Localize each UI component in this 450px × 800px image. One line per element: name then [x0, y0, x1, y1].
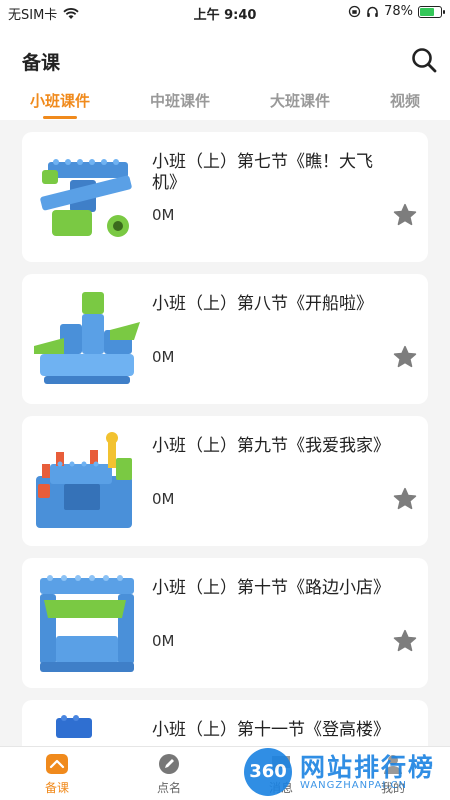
file-size: 0M	[152, 348, 175, 366]
tab-middle-class[interactable]: 中班课件	[150, 90, 210, 111]
site-watermark: 360 网站排行榜 WANGZHANPAI.CN	[240, 744, 450, 800]
tab-big-class[interactable]: 大班课件	[270, 90, 330, 111]
lesson-title: 小班（上）第十节《路边小店》	[152, 578, 390, 598]
search-icon[interactable]	[410, 46, 438, 74]
battery-icon	[418, 5, 445, 18]
pencil-icon	[159, 754, 179, 774]
orientation-lock-icon	[348, 5, 361, 18]
nav-lesson[interactable]: 备课	[27, 753, 87, 796]
app-header: 备课	[0, 24, 450, 90]
file-size: 0M	[152, 490, 175, 508]
tab-video[interactable]: 视频	[390, 90, 420, 111]
page-title: 备课	[22, 52, 61, 74]
lesson-title: 小班（上）第十一节《登高楼》	[152, 720, 390, 740]
tab-label: 大班课件	[270, 92, 331, 110]
headphones-icon	[367, 6, 378, 17]
favorite-star-icon[interactable]	[392, 628, 418, 654]
lesson-card[interactable]: 小班（上）第九节《我爱我家》 0M	[22, 416, 428, 546]
airplane-model-thumbnail	[40, 159, 132, 237]
category-tabs: 小班课件 中班课件 大班课件 视频	[0, 90, 450, 120]
shop-model-thumbnail	[40, 575, 134, 672]
lesson-title: 小班（上）第九节《我爱我家》	[152, 436, 390, 456]
status-right: 78%	[348, 4, 445, 19]
tab-label: 中班课件	[150, 92, 211, 110]
tab-label: 视频	[390, 92, 421, 110]
lesson-card[interactable]: 小班（上）第七节《瞧！大飞机》 0M	[22, 132, 428, 262]
lesson-card[interactable]: 小班（上）第八节《开船啦》 0M	[22, 274, 428, 404]
lesson-icon	[46, 754, 68, 774]
lesson-title: 小班（上）第七节《瞧！大飞机》	[152, 152, 373, 193]
favorite-star-icon[interactable]	[392, 344, 418, 370]
favorite-star-icon[interactable]	[392, 202, 418, 228]
active-tab-indicator	[43, 116, 77, 119]
file-size: 0M	[152, 206, 175, 224]
boat-model-thumbnail	[34, 292, 140, 384]
file-size: 0M	[152, 632, 175, 650]
watermark-subtext: WANGZHANPAI.CN	[300, 780, 407, 791]
nav-label: 点名	[156, 781, 181, 795]
lesson-title: 小班（上）第八节《开船啦》	[152, 294, 373, 314]
nav-rollcall[interactable]: 点名	[139, 753, 199, 796]
status-bar: 无SIM卡 上午 9:40 78%	[0, 0, 450, 24]
watermark-text: 网站排行榜	[300, 753, 436, 782]
favorite-star-icon[interactable]	[392, 486, 418, 512]
tab-label: 小班课件	[30, 92, 91, 110]
watermark-badge: 360	[244, 748, 292, 796]
lesson-card[interactable]: 小班（上）第十节《路边小店》 0M	[22, 558, 428, 688]
nav-label: 备课	[44, 781, 69, 795]
tab-small-class[interactable]: 小班课件	[30, 90, 91, 119]
house-model-thumbnail	[36, 432, 132, 528]
battery-percent: 78%	[384, 4, 413, 19]
